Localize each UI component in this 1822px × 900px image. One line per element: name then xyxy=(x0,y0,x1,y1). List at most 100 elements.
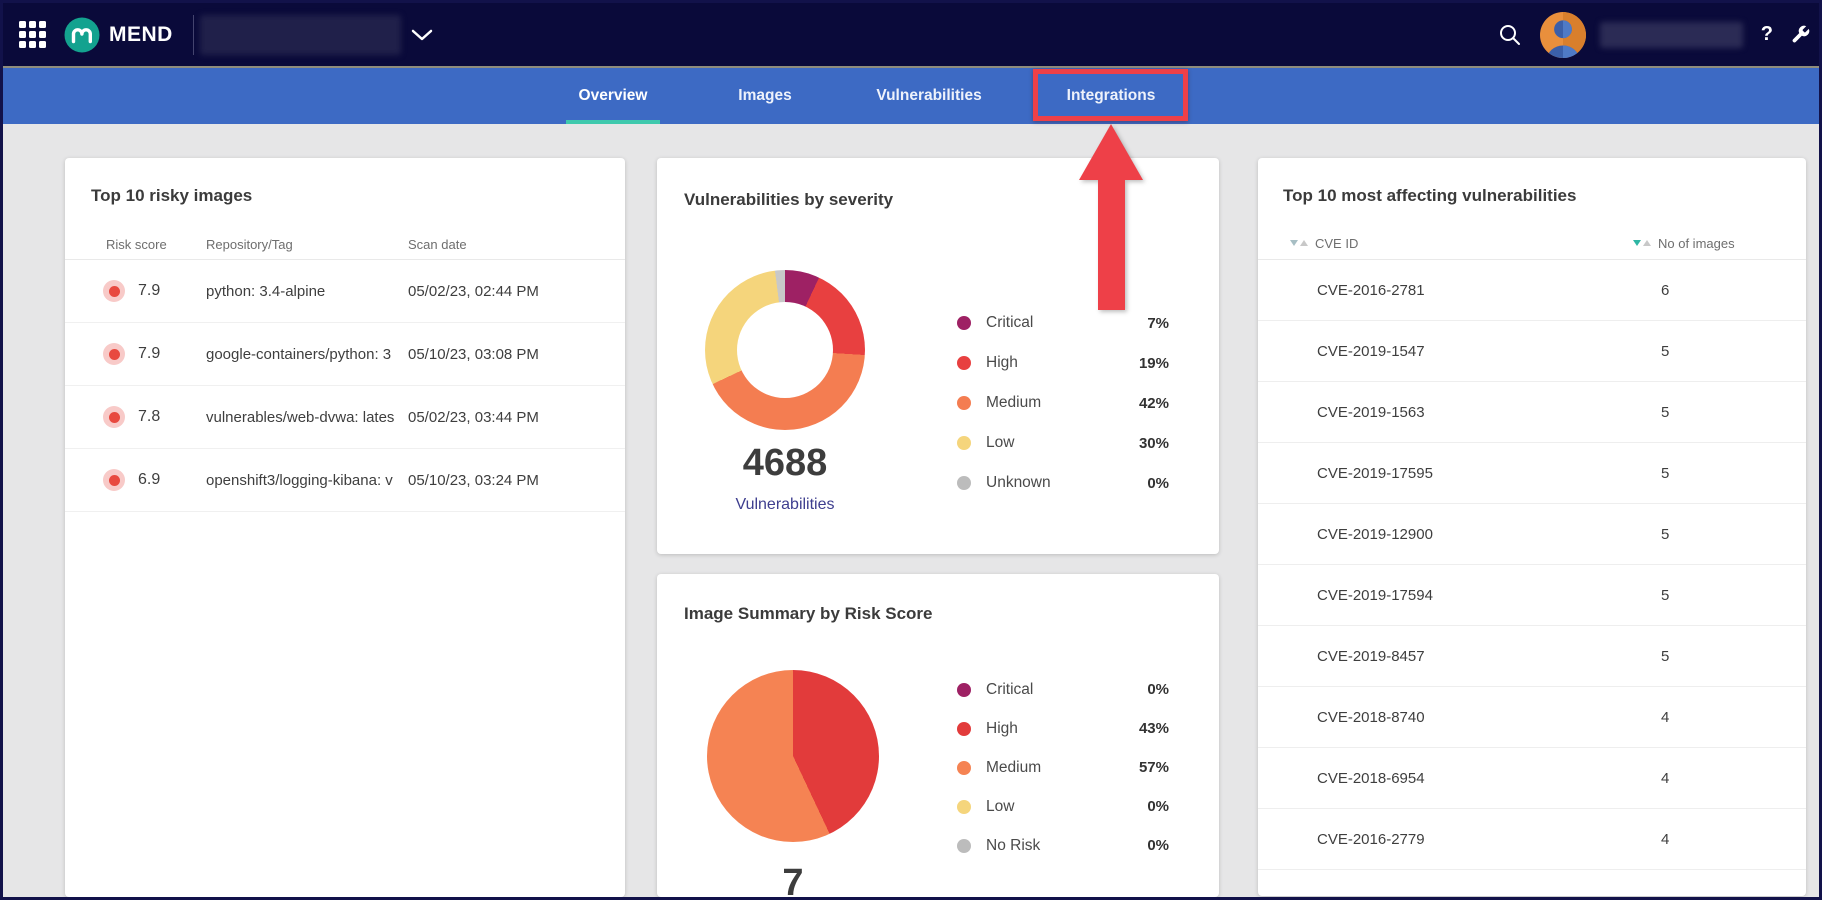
table-row[interactable]: CVE-2018-69544 xyxy=(1258,748,1806,809)
legend-dot-medium xyxy=(957,761,971,775)
app-grid-icon[interactable] xyxy=(19,21,46,48)
risk-dot-icon xyxy=(103,343,125,365)
legend-dot-no-risk xyxy=(957,839,971,853)
cve-id: CVE-2019-12900 xyxy=(1317,526,1661,543)
table-row[interactable]: CVE-2019-84575 xyxy=(1258,626,1806,687)
table-row[interactable]: 7.9 google-containers/python: 3 05/10/23… xyxy=(65,323,625,386)
image-count: 4 xyxy=(1661,831,1806,848)
vulnerabilities-link[interactable]: Vulnerabilities xyxy=(705,496,865,514)
legend-item: Critical 0% xyxy=(957,670,1169,709)
legend-item: Medium 42% xyxy=(957,383,1169,423)
image-count: 5 xyxy=(1661,404,1806,421)
risky-images-header-row: Risk score Repository/Tag Scan date xyxy=(65,230,625,260)
tab-images[interactable]: Images xyxy=(738,68,791,124)
legend-item: Unknown 0% xyxy=(957,463,1169,503)
table-row[interactable]: 6.9 openshift3/logging-kibana: v 05/10/2… xyxy=(65,449,625,512)
images-total: 7 xyxy=(707,862,879,900)
risk-score-card-title: Image Summary by Risk Score xyxy=(684,604,933,624)
risky-images-card: Top 10 risky images Risk score Repositor… xyxy=(65,158,625,897)
col-risk-score: Risk score xyxy=(106,237,206,252)
header-divider xyxy=(193,15,194,55)
mend-logo-icon xyxy=(64,17,100,53)
cve-id: CVE-2019-17595 xyxy=(1317,465,1661,482)
scan-date: 05/10/23, 03:24 PM xyxy=(408,472,609,489)
top-vulns-header-row: CVE ID No of images xyxy=(1258,232,1806,260)
risk-score-legend: Critical 0% High 43% Medium 57% Low 0% N… xyxy=(957,670,1169,865)
annotation-arrow-up xyxy=(1079,124,1143,310)
scan-date: 05/10/23, 03:08 PM xyxy=(408,346,609,363)
wrench-icon[interactable] xyxy=(1790,24,1811,45)
repository-name: openshift3/logging-kibana: v xyxy=(206,472,402,489)
legend-item: High 43% xyxy=(957,709,1169,748)
risk-score-pie-chart[interactable] xyxy=(707,670,879,842)
table-row[interactable]: CVE-2019-15475 xyxy=(1258,321,1806,382)
table-row[interactable]: 7.8 vulnerables/web-dvwa: lates 05/02/23… xyxy=(65,386,625,449)
cve-id: CVE-2018-6954 xyxy=(1317,770,1661,787)
repository-name: vulnerables/web-dvwa: lates xyxy=(206,409,402,426)
top-bar: MEND ? xyxy=(3,3,1819,66)
legend-dot-high xyxy=(957,722,971,736)
legend-dot-critical xyxy=(957,683,971,697)
brand-name: MEND xyxy=(109,23,173,47)
help-button[interactable]: ? xyxy=(1761,23,1773,46)
cve-id: CVE-2016-2781 xyxy=(1317,282,1661,299)
tab-overview[interactable]: Overview xyxy=(579,68,648,124)
table-row[interactable]: CVE-2016-27794 xyxy=(1258,809,1806,870)
image-count: 4 xyxy=(1661,770,1806,787)
table-row[interactable]: CVE-2019-175955 xyxy=(1258,443,1806,504)
image-count: 5 xyxy=(1661,465,1806,482)
severity-legend: Critical 7% High 19% Medium 42% Low 30% … xyxy=(957,303,1169,503)
sort-icons xyxy=(1633,240,1651,246)
risk-score: 7.9 xyxy=(138,345,160,363)
legend-item: Medium 57% xyxy=(957,748,1169,787)
user-avatar[interactable] xyxy=(1540,12,1586,58)
risk-dot-icon xyxy=(103,469,125,491)
cve-id: CVE-2019-1547 xyxy=(1317,343,1661,360)
risk-score-card: Image Summary by Risk Score 7 Critical 0… xyxy=(657,574,1219,897)
table-row[interactable]: CVE-2019-129005 xyxy=(1258,504,1806,565)
main-nav-bar: Overview Images Vulnerabilities Integrat… xyxy=(3,66,1819,124)
image-count: 5 xyxy=(1661,587,1806,604)
table-row[interactable]: CVE-2019-15635 xyxy=(1258,382,1806,443)
image-count: 6 xyxy=(1661,282,1806,299)
chevron-down-icon[interactable] xyxy=(411,29,433,41)
risk-score: 7.9 xyxy=(138,282,160,300)
tab-vulnerabilities[interactable]: Vulnerabilities xyxy=(876,68,981,124)
active-tab-underline xyxy=(566,120,660,124)
cve-id: CVE-2019-17594 xyxy=(1317,587,1661,604)
cve-id: CVE-2018-8740 xyxy=(1317,709,1661,726)
vulnerabilities-total: 4688 xyxy=(705,442,865,485)
legend-dot-critical xyxy=(957,316,971,330)
legend-item: No Risk 0% xyxy=(957,826,1169,865)
image-count: 5 xyxy=(1661,526,1806,543)
table-row[interactable]: CVE-2016-27816 xyxy=(1258,260,1806,321)
sort-header-no-of-images[interactable]: No of images xyxy=(1633,232,1735,254)
col-repository-tag: Repository/Tag xyxy=(206,237,408,252)
risk-dot-icon xyxy=(103,280,125,302)
table-row[interactable]: CVE-2018-87404 xyxy=(1258,687,1806,748)
sort-header-cve-id[interactable]: CVE ID xyxy=(1290,232,1358,254)
annotation-highlight-box xyxy=(1033,69,1188,121)
legend-item: Low 0% xyxy=(957,787,1169,826)
repository-name: python: 3.4-alpine xyxy=(206,283,402,300)
risk-score: 6.9 xyxy=(138,471,160,489)
top-vulns-title: Top 10 most affecting vulnerabilities xyxy=(1283,186,1806,206)
legend-dot-unknown xyxy=(957,476,971,490)
risk-score: 7.8 xyxy=(138,408,160,426)
image-count: 5 xyxy=(1661,343,1806,360)
scan-date: 05/02/23, 02:44 PM xyxy=(408,283,609,300)
top-vulns-card: Top 10 most affecting vulnerabilities CV… xyxy=(1258,158,1806,896)
cve-id: CVE-2016-2779 xyxy=(1317,831,1661,848)
legend-dot-low xyxy=(957,800,971,814)
severity-donut-chart[interactable] xyxy=(705,270,865,430)
cve-id: CVE-2019-8457 xyxy=(1317,648,1661,665)
severity-card-title: Vulnerabilities by severity xyxy=(684,190,893,210)
table-row[interactable]: CVE-2019-175945 xyxy=(1258,565,1806,626)
legend-item: Low 30% xyxy=(957,423,1169,463)
legend-item: High 19% xyxy=(957,343,1169,383)
legend-dot-medium xyxy=(957,396,971,410)
org-selector-redacted[interactable] xyxy=(200,15,401,55)
search-icon[interactable] xyxy=(1498,23,1522,47)
image-count: 4 xyxy=(1661,709,1806,726)
table-row[interactable]: 7.9 python: 3.4-alpine 05/02/23, 02:44 P… xyxy=(65,260,625,323)
